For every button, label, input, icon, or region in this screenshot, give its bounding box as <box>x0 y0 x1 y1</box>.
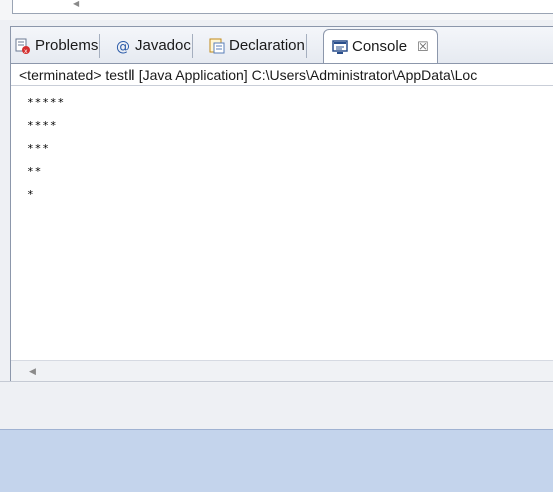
divider <box>0 381 553 382</box>
javadoc-icon: @ <box>115 38 131 55</box>
console-icon <box>332 39 348 55</box>
tab-problems[interactable]: x Problems <box>15 30 101 61</box>
console-line: *** <box>27 142 50 155</box>
scroll-arrow-icon[interactable]: ◀ <box>73 0 79 8</box>
scroll-left-icon[interactable]: ◀ <box>29 366 36 377</box>
console-output[interactable]: ***** **** *** ** * <box>11 87 553 359</box>
tab-label: Console <box>352 38 408 55</box>
console-line: ***** <box>27 96 66 109</box>
views-panel: x Problems @ Javadoc Declaration Console… <box>10 26 553 383</box>
horizontal-scrollbar[interactable]: ◀ <box>11 360 553 383</box>
taskbar-band <box>0 429 553 492</box>
tab-console[interactable]: Console ☒ <box>323 29 438 63</box>
tab-label: Declaration <box>229 37 305 54</box>
tab-label: Javadoc <box>135 37 191 54</box>
console-line: **** <box>27 119 58 132</box>
tab-label: Problems <box>35 37 99 54</box>
svg-text:x: x <box>24 48 28 54</box>
problems-icon: x <box>15 38 31 55</box>
tab-strip: x Problems @ Javadoc Declaration Console… <box>11 27 553 64</box>
close-icon[interactable]: ☒ <box>417 39 429 55</box>
console-line: ** <box>27 165 43 178</box>
declaration-icon <box>209 38 225 54</box>
console-status-header: <terminated> testⅡ [Java Application] C:… <box>11 64 553 86</box>
console-line: * <box>27 188 35 201</box>
tab-declaration[interactable]: Declaration <box>209 30 307 61</box>
svg-text:@: @ <box>116 39 130 54</box>
editor-area: ◀ <box>0 0 553 20</box>
editor-scroll-area[interactable]: ◀ <box>12 0 553 14</box>
tab-javadoc[interactable]: @ Javadoc <box>115 30 193 61</box>
